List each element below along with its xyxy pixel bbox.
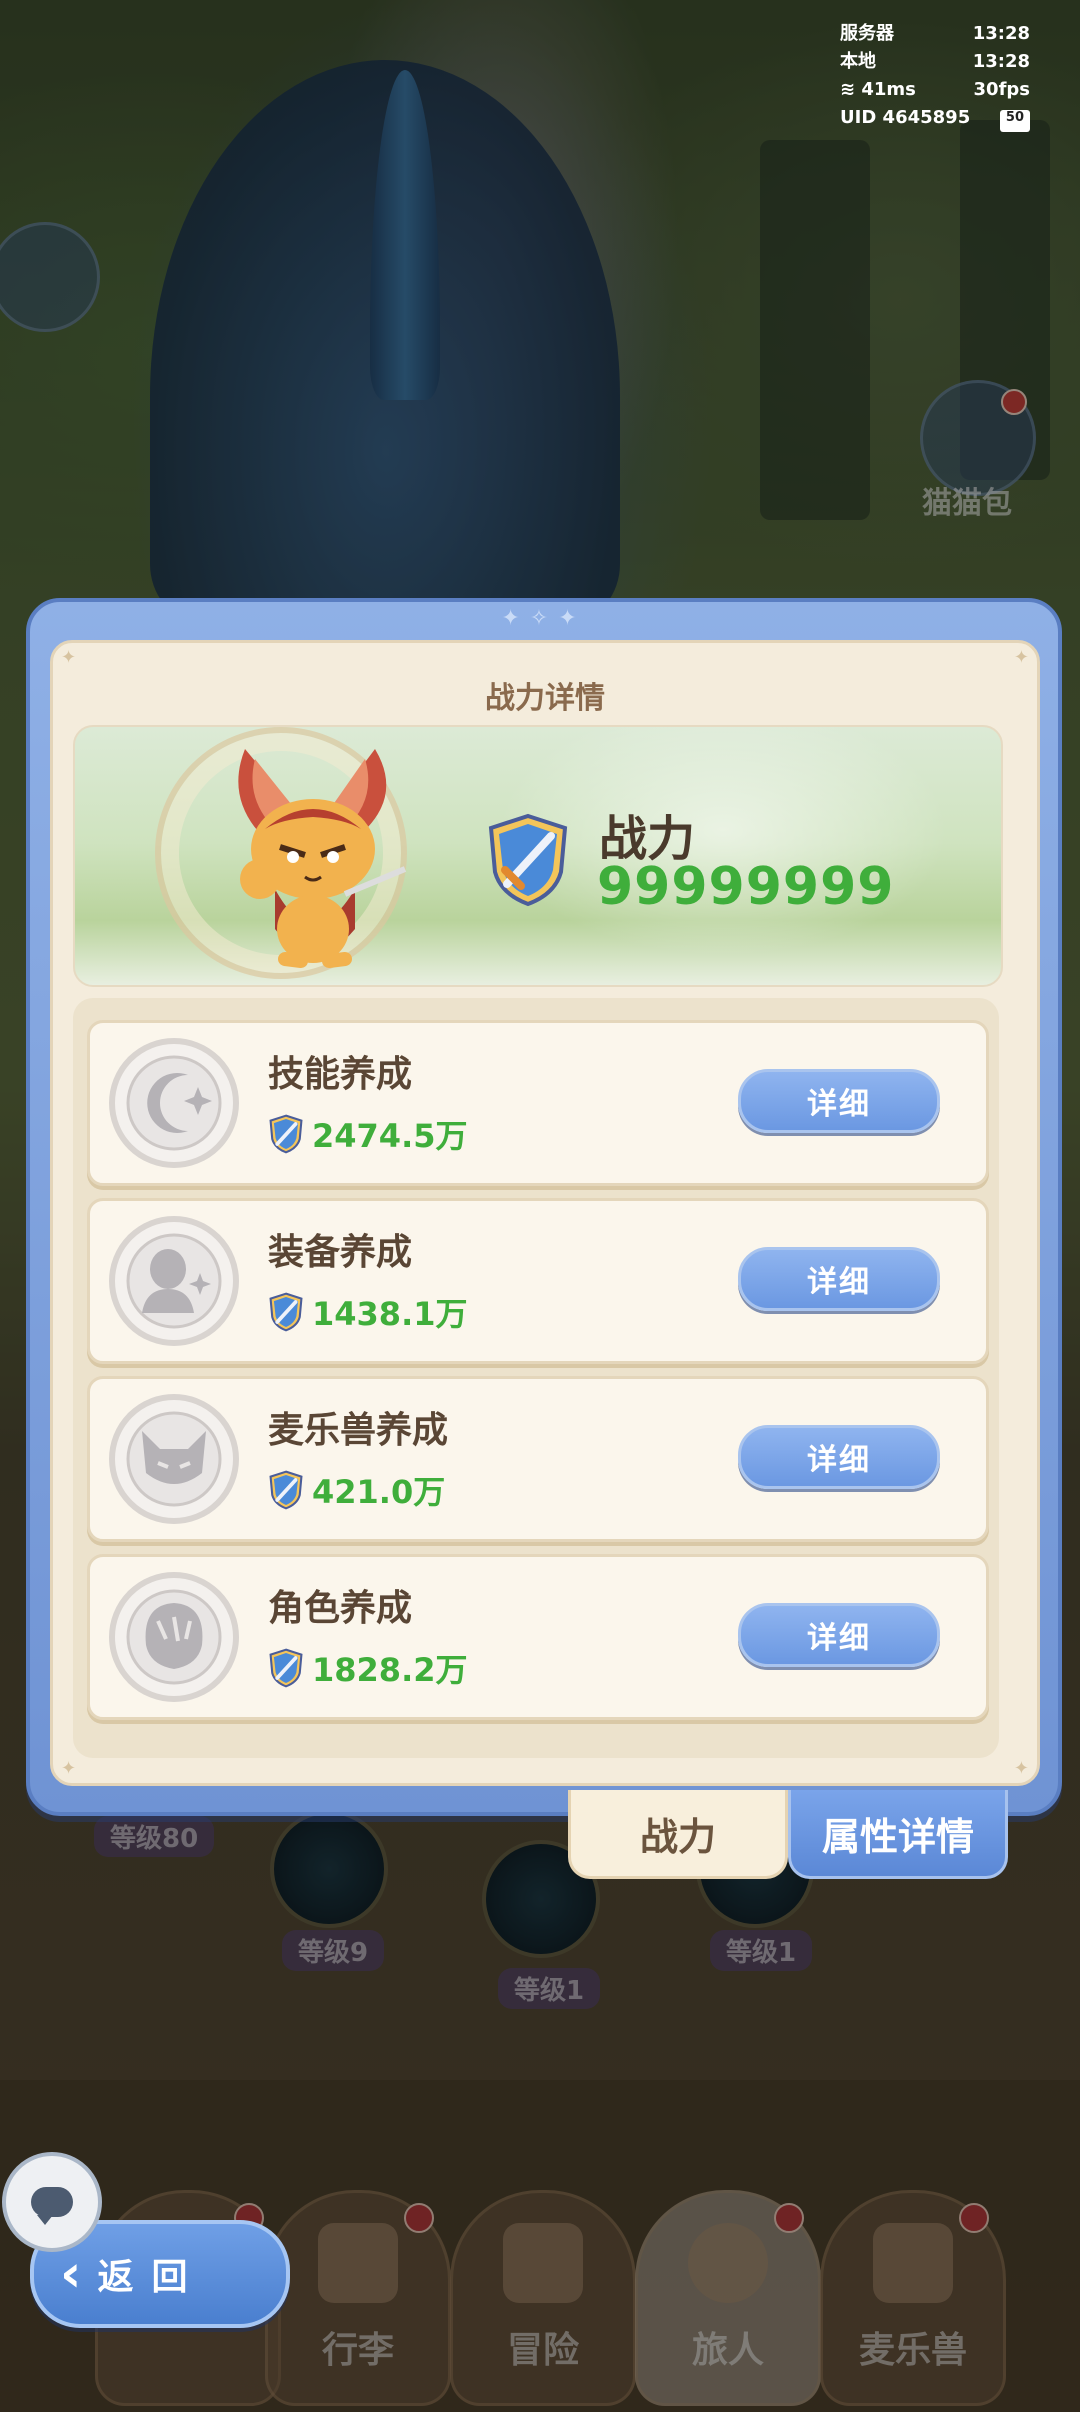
back-button-label: 返回 <box>97 2257 206 2298</box>
item-name: 麦乐兽养成 <box>268 1410 449 1451</box>
ping-value: 41ms <box>861 79 916 100</box>
local-time-label: 本地 <box>840 51 876 72</box>
item-power-value: 2474.5万 <box>312 1117 468 1155</box>
cat-mascot-icon <box>238 749 407 968</box>
tab-attributes[interactable]: 属性详情 <box>788 1790 1008 1879</box>
item-power-value: 421.0万 <box>312 1473 446 1511</box>
character-hair-icon <box>109 1572 239 1702</box>
chat-button[interactable] <box>2 2152 102 2252</box>
server-time-label: 服务器 <box>840 23 894 44</box>
wifi-icon: ≋ <box>840 79 862 100</box>
item-name: 角色养成 <box>268 1588 413 1629</box>
detail-button[interactable]: 详细 <box>738 1069 940 1133</box>
shield-sword-icon <box>269 1648 303 1688</box>
shield-sword-icon <box>488 813 568 907</box>
local-time: 13:28 <box>972 51 1030 72</box>
figure-sparkle-icon <box>109 1216 239 1346</box>
uid-value: 4645895 <box>882 107 971 128</box>
corner-ornament: ✦ <box>61 1758 77 1779</box>
tab-power[interactable]: 战力 <box>568 1790 788 1879</box>
detail-button[interactable]: 详细 <box>738 1603 940 1667</box>
corner-ornament: ✦ <box>1013 1758 1029 1779</box>
power-details-dialog: ✦✧✦ ✦ ✦ ✦ ✦ 战力详情 战力 99999999 技能养成 2474.5… <box>26 598 1062 1816</box>
corner-ornament: ✦ <box>61 647 77 668</box>
panel-content: ✦ ✦ ✦ ✦ 战力详情 战力 99999999 技能养成 2474.5万 详细… <box>50 640 1040 1786</box>
network-status: 服务器 13:28 本地 13:28 ≋ 41ms 30fps UID 4645895… <box>840 20 1030 132</box>
list-item-skill: 技能养成 2474.5万 详细 <box>87 1020 989 1186</box>
shield-sword-icon <box>269 1292 303 1332</box>
power-breakdown-list[interactable]: 技能养成 2474.5万 详细 装备养成 1438.1万 详细 麦乐兽养成 42… <box>73 998 999 1758</box>
shield-sword-icon <box>269 1114 303 1154</box>
power-summary-banner: 战力 99999999 <box>73 725 1003 987</box>
fps-value: 30fps <box>973 79 1030 100</box>
corner-ornament: ✦ <box>1013 647 1029 668</box>
item-power-value: 1828.2万 <box>312 1651 468 1689</box>
panel-title: 战力详情 <box>485 681 605 716</box>
panel-top-ornament: ✦✧✦ <box>501 606 587 631</box>
list-item-equipment: 装备养成 1438.1万 详细 <box>87 1198 989 1364</box>
power-value: 99999999 <box>597 857 895 917</box>
battery-icon: 50 <box>999 110 1030 132</box>
server-time: 13:28 <box>972 23 1030 44</box>
chat-bubble-icon <box>31 2187 73 2225</box>
uid-label: UID <box>840 107 877 128</box>
list-item-character: 角色养成 1828.2万 详细 <box>87 1554 989 1720</box>
list-item-pet: 麦乐兽养成 421.0万 详细 <box>87 1376 989 1542</box>
moon-star-icon <box>109 1038 239 1168</box>
fox-face-icon <box>109 1394 239 1524</box>
detail-button[interactable]: 详细 <box>738 1425 940 1489</box>
shield-sword-icon <box>269 1470 303 1510</box>
back-arrow-icon: ‹ <box>60 2244 82 2304</box>
item-name: 装备养成 <box>268 1232 413 1273</box>
detail-button[interactable]: 详细 <box>738 1247 940 1311</box>
item-power-value: 1438.1万 <box>312 1295 468 1333</box>
item-name: 技能养成 <box>268 1054 413 1095</box>
